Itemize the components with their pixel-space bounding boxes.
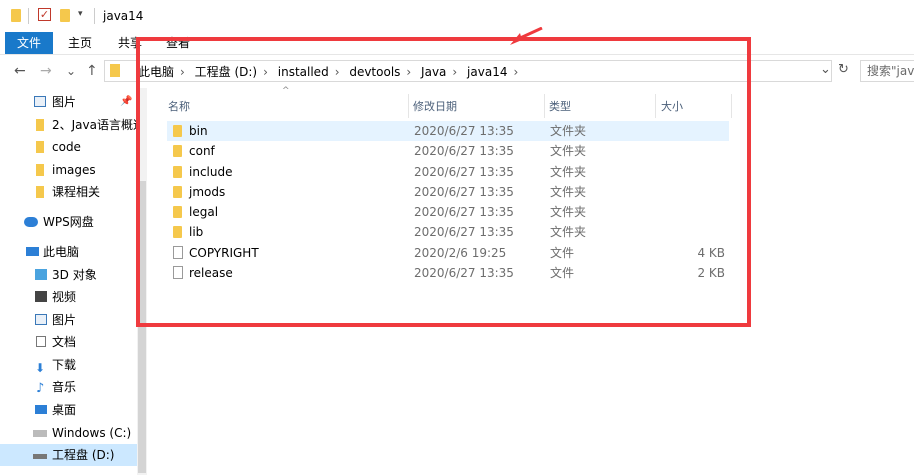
up-icon[interactable]: ↑ [86,63,98,79]
drive-icon [33,454,47,459]
divider [28,8,29,24]
picture-icon [34,96,46,107]
back-icon[interactable]: ← [14,63,26,79]
refresh-icon[interactable]: ↻ [838,62,849,77]
sidebar-item-pictures-pc[interactable]: 图片 [0,309,137,331]
sidebar-item-music[interactable]: ♪ 音乐 [0,376,137,398]
picture-icon [35,314,47,325]
sidebar-item-desktop[interactable]: 桌面 [0,399,137,421]
tab-home[interactable]: 主页 [56,32,104,54]
folder-icon [36,164,44,176]
navigation-pane: 图片 📌 2、Java语言概述 code images 课程相关 WPS网盘 此… [0,88,148,475]
forward-icon[interactable]: → [40,63,52,79]
highlight-box [136,37,751,327]
music-icon: ♪ [36,381,45,396]
folder-icon [36,186,44,198]
drive-icon [33,430,47,437]
new-folder-icon[interactable] [60,9,70,22]
download-icon: ⬇ [35,361,46,375]
sidebar-item-pictures[interactable]: 图片 📌 [0,91,137,113]
search-input[interactable]: 搜索"java [860,60,914,82]
sidebar-item-downloads[interactable]: ⬇ 下载 [0,354,137,376]
cube-icon [35,269,47,280]
address-dropdown-icon[interactable]: ⌄ [820,62,831,77]
sidebar-item-this-pc[interactable]: 此电脑 [0,241,137,263]
computer-icon [26,247,39,256]
cloud-icon [24,217,38,227]
video-icon [35,291,47,302]
sidebar-item-images[interactable]: images [0,159,137,181]
folder-icon [36,119,44,131]
pin-icon[interactable]: 📌 [120,91,132,113]
folder-icon [11,9,21,22]
sidebar-item-drive-d[interactable]: 工程盘 (D:) [0,444,137,466]
sidebar-item-videos[interactable]: 视频 [0,286,137,308]
quick-access-dropdown-icon[interactable]: ▾ [78,9,83,19]
sidebar-item-documents[interactable]: 文档 [0,331,137,353]
sidebar-item-wps-cloud[interactable]: WPS网盘 [0,211,137,233]
desktop-icon [35,405,47,414]
arrow-icon [510,27,543,45]
divider [94,8,95,24]
sidebar-item-course[interactable]: 课程相关 [0,181,137,203]
sidebar-item-3d-objects[interactable]: 3D 对象 [0,264,137,286]
tab-file[interactable]: 文件 [5,32,54,54]
folder-icon [110,64,120,77]
sidebar-item-drive-c[interactable]: Windows (C:) [0,422,137,444]
properties-icon[interactable]: ✓ [38,8,51,21]
window-title: java14 [103,9,144,23]
folder-icon [36,141,44,153]
title-bar: ✓ ▾ java14 [0,0,914,32]
document-icon [36,336,46,347]
sidebar-item-code[interactable]: code [0,136,137,158]
recent-locations-icon[interactable]: ⌄ [66,64,76,78]
sidebar-item-java-overview[interactable]: 2、Java语言概述 [0,114,137,136]
